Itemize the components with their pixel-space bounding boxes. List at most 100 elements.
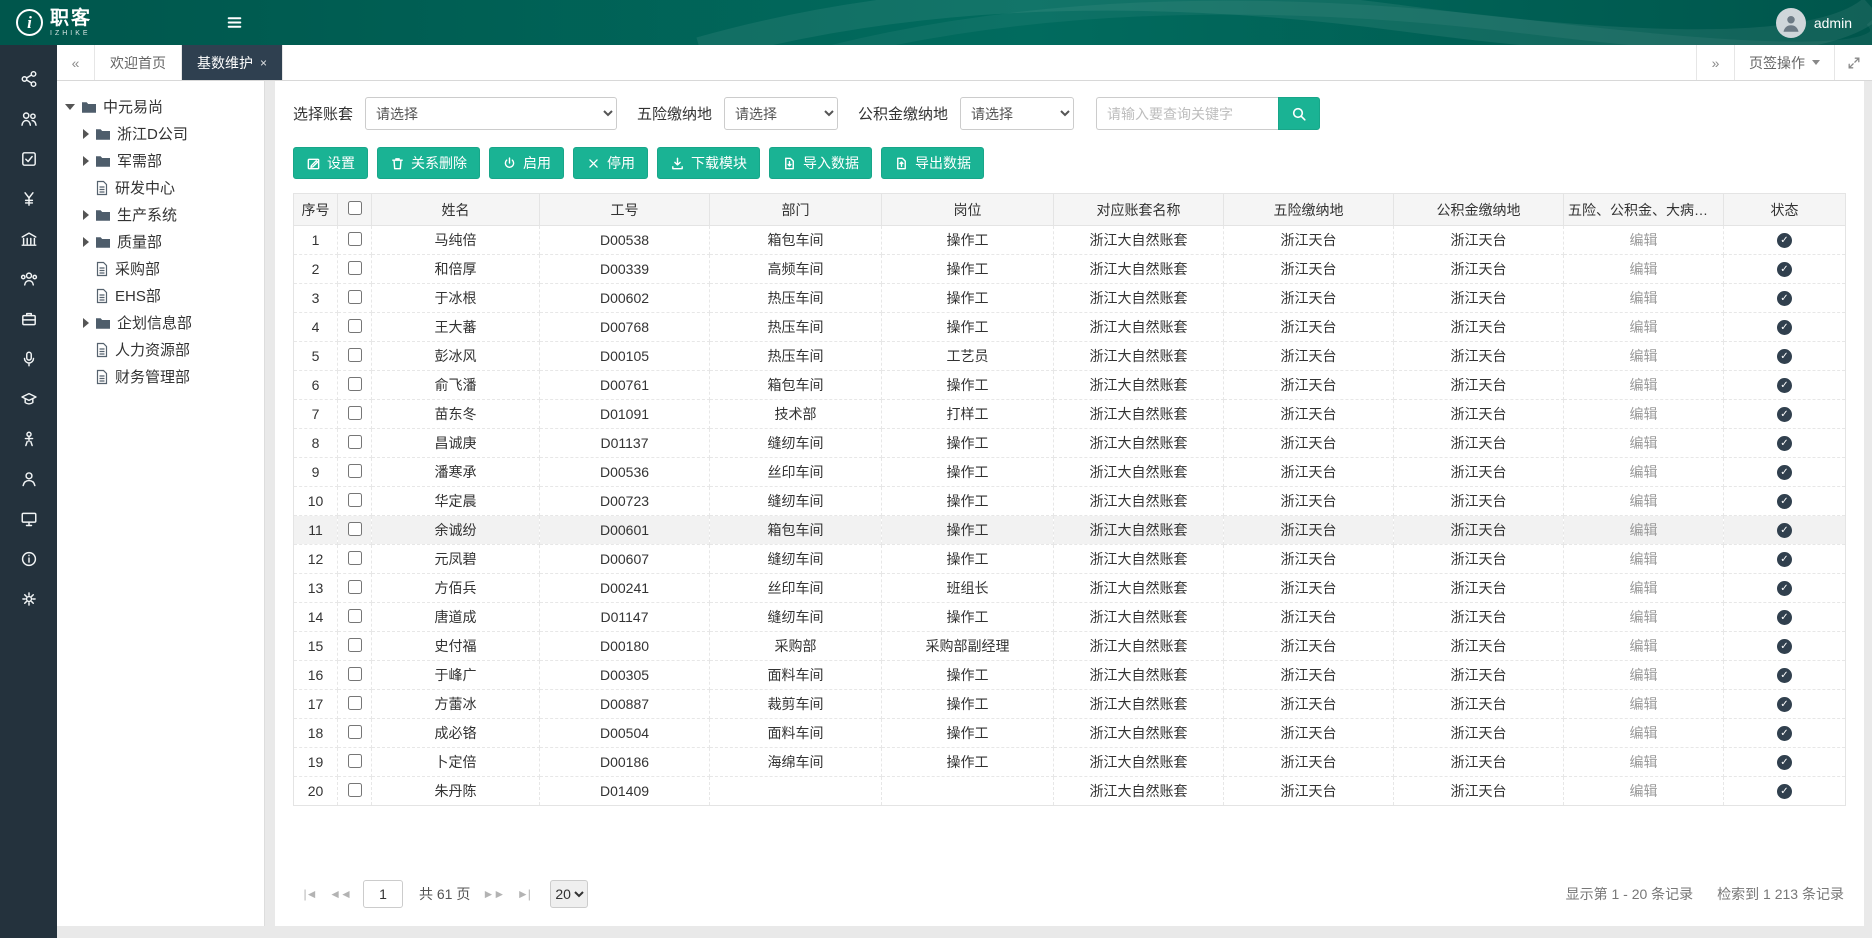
cell-name: 方蕾冰 [372,690,540,719]
prev-page-button[interactable]: ◄◄ [325,880,355,908]
insurance-place-select[interactable]: 请选择 [724,97,838,130]
edit-link[interactable]: 编辑 [1630,377,1658,393]
row-checkbox[interactable] [348,348,362,362]
monitor-icon[interactable] [0,499,57,539]
org-users-icon[interactable] [0,99,57,139]
enable-button[interactable]: 启用 [489,147,564,179]
edit-link[interactable]: 编辑 [1630,319,1658,335]
fullscreen-toggle-button[interactable] [1834,45,1872,80]
select-all-checkbox[interactable] [348,201,362,215]
page-operations-dropdown[interactable]: 页签操作 [1734,45,1834,80]
share-icon[interactable] [0,59,57,99]
last-page-button[interactable]: ►| [508,880,538,908]
disable-button[interactable]: 停用 [573,147,648,179]
edit-link[interactable]: 编辑 [1630,290,1658,306]
edit-link[interactable]: 编辑 [1630,725,1658,741]
training-cap-icon[interactable] [0,379,57,419]
person-icon[interactable] [0,419,57,459]
tree-node-7[interactable]: 企划信息部 [65,309,256,336]
cell-insurance-place: 浙江天台 [1224,777,1394,806]
account-select[interactable]: 请选择 [365,97,617,130]
tree-node-2[interactable]: 研发中心 [65,174,256,201]
row-checkbox[interactable] [348,464,362,478]
edit-link[interactable]: 编辑 [1630,754,1658,770]
row-checkbox[interactable] [348,725,362,739]
info-icon[interactable] [0,539,57,579]
page-size-select[interactable]: 20 [550,880,588,908]
row-checkbox[interactable] [348,696,362,710]
tabs-scroll-left-button[interactable]: « [57,45,95,80]
edit-link[interactable]: 编辑 [1630,406,1658,422]
current-page-input[interactable] [363,880,403,908]
salary-yen-icon[interactable] [0,179,57,219]
tree-node-1[interactable]: 军需部 [65,147,256,174]
task-check-icon[interactable] [0,139,57,179]
edit-link[interactable]: 编辑 [1630,464,1658,480]
row-checkbox[interactable] [348,783,362,797]
cell-maintain: 编辑 [1564,574,1724,603]
tree-node-5[interactable]: 采购部 [65,255,256,282]
settings-button[interactable]: 设置 [293,147,368,179]
badge-icon[interactable] [0,339,57,379]
edit-link[interactable]: 编辑 [1630,667,1658,683]
edit-link[interactable]: 编辑 [1630,493,1658,509]
tree-node-9[interactable]: 财务管理部 [65,363,256,390]
download-template-button[interactable]: 下载模块 [657,147,760,179]
fund-place-select[interactable]: 请选择 [960,97,1074,130]
row-checkbox[interactable] [348,377,362,391]
tree-node-4[interactable]: 质量部 [65,228,256,255]
first-page-button[interactable]: |◄ [295,880,325,908]
row-checkbox[interactable] [348,522,362,536]
tree-root-node[interactable]: 中元易尚 [65,93,256,120]
menu-toggle-button[interactable] [226,14,243,31]
row-checkbox[interactable] [348,551,362,565]
import-data-button[interactable]: 导入数据 [769,147,872,179]
edit-link[interactable]: 编辑 [1630,580,1658,596]
edit-link[interactable]: 编辑 [1630,696,1658,712]
keyword-search-input[interactable] [1096,97,1278,130]
edit-link[interactable]: 编辑 [1630,522,1658,538]
edit-link[interactable]: 编辑 [1630,551,1658,567]
row-checkbox[interactable] [348,638,362,652]
cell-name: 史付福 [372,632,540,661]
row-checkbox[interactable] [348,261,362,275]
row-checkbox[interactable] [348,609,362,623]
edit-link[interactable]: 编辑 [1630,261,1658,277]
bank-icon[interactable] [0,219,57,259]
row-checkbox[interactable] [348,493,362,507]
settings-gears-icon[interactable] [0,579,57,619]
cell-status [1724,777,1846,806]
tree-node-0[interactable]: 浙江D公司 [65,120,256,147]
row-checkbox[interactable] [348,580,362,594]
team-icon[interactable] [0,259,57,299]
row-checkbox[interactable] [348,290,362,304]
edit-link[interactable]: 编辑 [1630,348,1658,364]
row-checkbox[interactable] [348,319,362,333]
user-avatar[interactable] [1776,8,1806,38]
edit-link[interactable]: 编辑 [1630,638,1658,654]
row-checkbox[interactable] [348,754,362,768]
tab-0[interactable]: 欢迎首页 [95,45,182,80]
row-checkbox[interactable] [348,232,362,246]
cell-maintain: 编辑 [1564,661,1724,690]
relation-delete-button[interactable]: 关系删除 [377,147,480,179]
status-check-icon [1777,610,1792,625]
edit-link[interactable]: 编辑 [1630,783,1658,799]
next-page-button[interactable]: ►► [478,880,508,908]
row-checkbox[interactable] [348,435,362,449]
tree-node-8[interactable]: 人力资源部 [65,336,256,363]
edit-link[interactable]: 编辑 [1630,609,1658,625]
search-button[interactable] [1278,97,1320,130]
export-data-button[interactable]: 导出数据 [881,147,984,179]
edit-link[interactable]: 编辑 [1630,232,1658,248]
row-checkbox[interactable] [348,667,362,681]
tree-node-6[interactable]: EHS部 [65,282,256,309]
row-checkbox[interactable] [348,406,362,420]
briefcase-icon[interactable] [0,299,57,339]
tree-node-3[interactable]: 生产系统 [65,201,256,228]
tab-close-icon[interactable]: × [260,56,267,70]
user-icon[interactable] [0,459,57,499]
tabs-scroll-right-button[interactable]: » [1696,45,1734,80]
tab-1[interactable]: 基数维护× [182,45,283,80]
edit-link[interactable]: 编辑 [1630,435,1658,451]
